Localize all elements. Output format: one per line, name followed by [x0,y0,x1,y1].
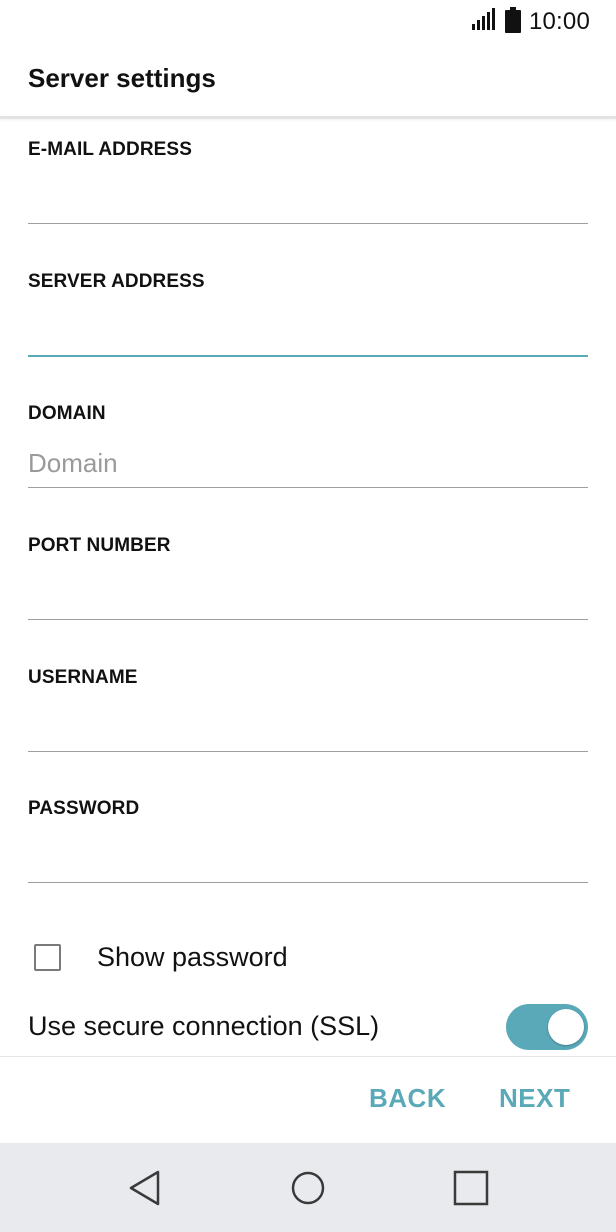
email-label: E-MAIL ADDRESS [28,139,192,160]
server-settings-screen: 10:00 Server settings E-MAIL ADDRESS SER… [0,0,616,1232]
ssl-row: Use secure connection (SSL) [28,1003,588,1051]
domain-label: DOMAIN [28,403,106,424]
server-field-group: SERVER ADDRESS [28,271,588,391]
domain-input[interactable] [28,441,588,485]
recent-apps-square-icon[interactable] [450,1167,492,1209]
next-button[interactable]: NEXT [499,1083,570,1114]
password-label: PASSWORD [28,798,140,819]
system-nav-bar [0,1143,616,1232]
back-button[interactable]: BACK [369,1083,446,1114]
signal-icon [471,7,497,37]
email-input[interactable] [28,177,588,221]
port-input[interactable] [28,573,588,617]
domain-field-group: DOMAIN [28,403,588,523]
back-triangle-icon[interactable] [124,1167,166,1209]
ssl-toggle-knob [548,1009,584,1045]
status-bar: 10:00 [0,0,616,44]
status-time: 10:00 [528,8,590,35]
battery-icon [504,6,521,38]
button-bar: BACK NEXT [0,1056,616,1144]
port-underline [28,619,588,620]
port-label: PORT NUMBER [28,535,171,556]
show-password-row[interactable]: Show password [34,939,288,975]
password-field-group: PASSWORD [28,798,588,918]
status-indicators: 10:00 [471,6,590,38]
port-field-group: PORT NUMBER [28,535,588,655]
server-input[interactable] [28,309,588,353]
username-field-group: USERNAME [28,667,588,787]
username-label: USERNAME [28,667,138,688]
show-password-checkbox[interactable] [34,943,61,971]
email-field-group: E-MAIL ADDRESS [28,139,588,259]
ssl-label: Use secure connection (SSL) [28,1011,380,1041]
domain-underline [28,487,588,488]
server-label: SERVER ADDRESS [28,271,205,292]
ssl-toggle[interactable] [506,1004,588,1050]
username-input[interactable] [28,705,588,749]
show-password-label: Show password [97,941,288,972]
password-underline [28,882,588,883]
server-underline-active [28,355,588,357]
username-underline [28,751,588,752]
app-bar: Server settings [0,44,616,119]
email-underline [28,223,588,224]
page-title: Server settings [28,63,216,93]
home-circle-icon[interactable] [287,1167,329,1209]
password-input[interactable] [28,836,588,880]
